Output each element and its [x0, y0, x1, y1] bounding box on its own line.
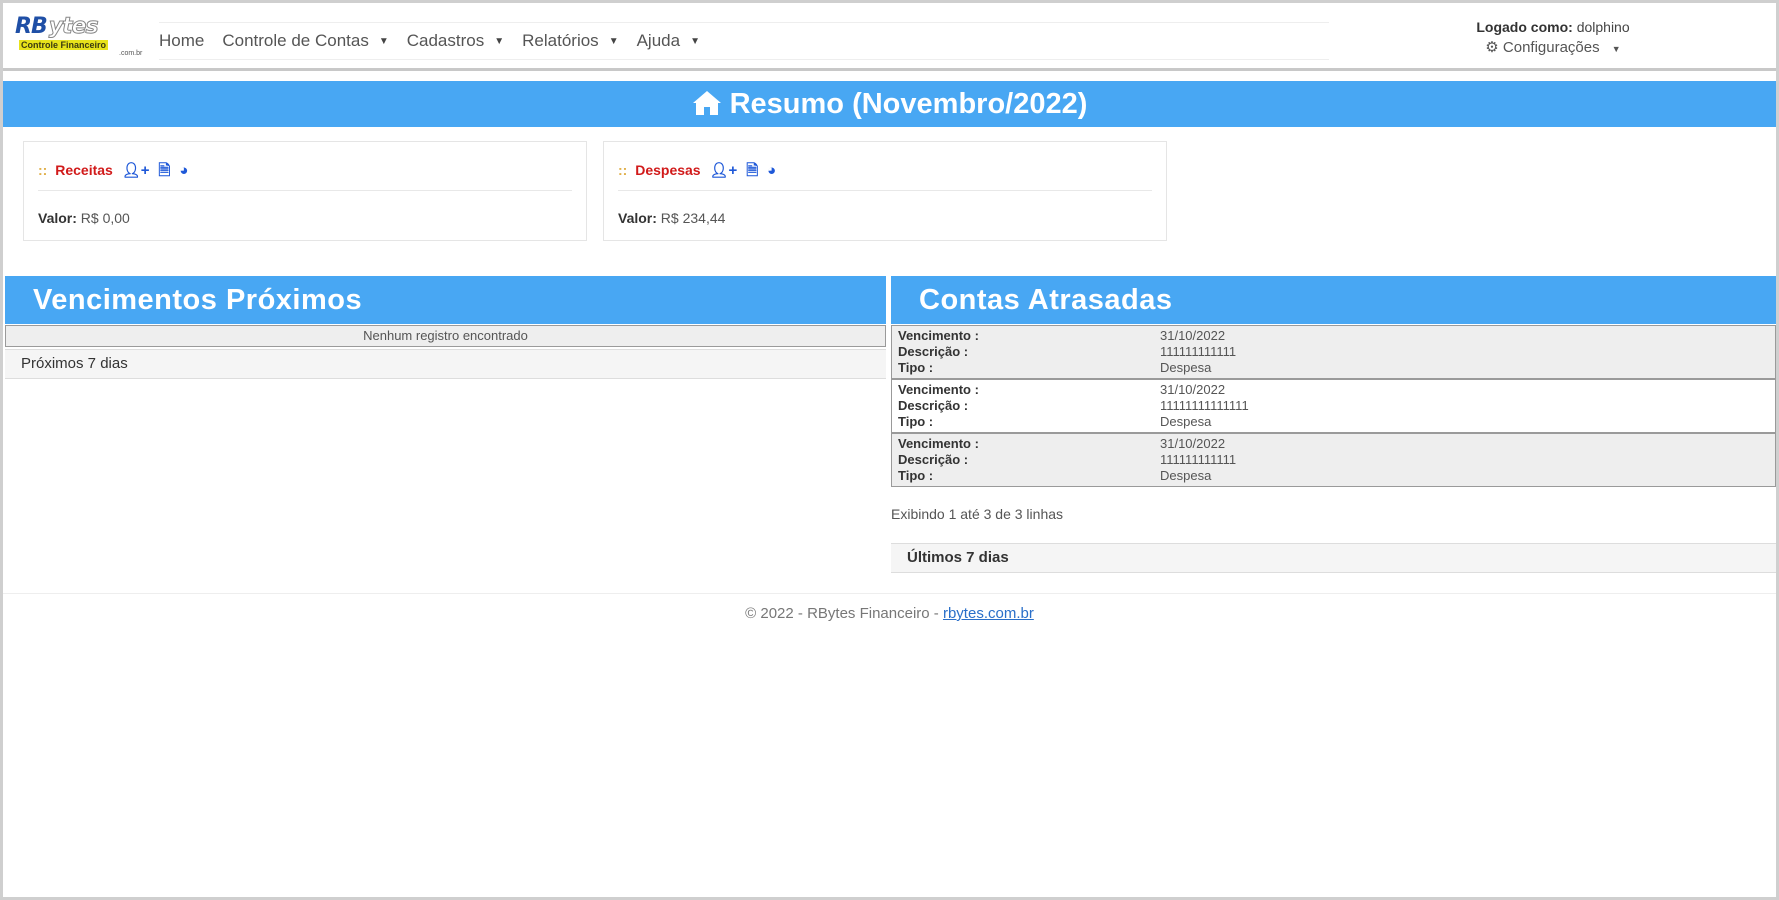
nav-item-home[interactable]: Home	[159, 31, 204, 51]
type-label: Tipo :	[898, 468, 934, 483]
settings-label: Configurações	[1502, 39, 1600, 56]
description-value: 11111111111111	[1160, 398, 1249, 413]
pie-chart-icon[interactable]: ◕	[179, 162, 188, 179]
navbar: RBytes Controle Financeiro .com.br Home …	[3, 3, 1776, 71]
app-window: RBytes Controle Financeiro .com.br Home …	[3, 3, 1776, 897]
nav-item-label: Cadastros	[406, 31, 485, 50]
description-label: Descrição :	[898, 398, 969, 413]
overdue-panel-title: Contas Atrasadas	[891, 276, 1776, 324]
description-label: Descrição :	[898, 452, 969, 467]
type-value: Despesa	[1160, 414, 1212, 429]
caret-down-icon: ▼	[1611, 44, 1621, 54]
description-label: Descrição :	[898, 344, 969, 359]
overdue-table: Vencimento : 31/10/2022 Descrição : 1111…	[891, 325, 1776, 487]
due-value: 31/10/2022	[1160, 328, 1226, 343]
table-row[interactable]: Vencimento : 31/10/2022 Descrição : 1111…	[891, 433, 1776, 487]
table-row[interactable]: Vencimento : 31/10/2022 Descrição : 1111…	[891, 325, 1776, 379]
nav-item-cadastros[interactable]: Cadastros ▼	[407, 31, 504, 51]
document-icon[interactable]: 🗎︎	[158, 160, 170, 185]
upcoming-panel-title: Vencimentos Próximos	[5, 276, 886, 324]
card-title: Despesas	[635, 162, 701, 178]
nav-item-label: Ajuda	[636, 31, 681, 50]
add-user-icon[interactable]: 👤︎+	[710, 161, 738, 179]
document-icon[interactable]: 🗎︎	[746, 160, 758, 185]
card-value-label: Valor:	[38, 210, 77, 226]
type-value: Despesa	[1160, 468, 1212, 483]
card-colons: ::	[38, 162, 48, 178]
logo-ghost: ytes	[48, 14, 99, 39]
summary-cards: :: Receitas 👤︎+ 🗎︎ ◕ Valor: R$ 0,00 :: D…	[21, 141, 1181, 245]
upcoming-footer: Próximos 7 dias	[5, 349, 886, 379]
logged-as: Logado como: dolphino	[1433, 19, 1673, 35]
card-value: Valor: R$ 0,00	[38, 210, 130, 226]
description-value: 111111111111	[1160, 452, 1237, 467]
brand-logo[interactable]: RBytes Controle Financeiro .com.br	[15, 14, 159, 61]
caret-down-icon: ▼	[608, 35, 619, 47]
settings-dropdown[interactable]: ⚙ Configurações ▼	[1433, 38, 1673, 56]
due-value: 31/10/2022	[1160, 436, 1226, 451]
card-header: :: Receitas 👤︎+ 🗎︎ ◕	[38, 160, 572, 191]
copyright-text: © 2022 - RBytes Financeiro -	[745, 605, 943, 622]
caret-down-icon: ▼	[378, 35, 389, 47]
footer-link[interactable]: rbytes.com.br	[943, 605, 1034, 622]
user-box: Logado como: dolphino ⚙ Configurações ▼	[1433, 19, 1673, 56]
card-value-amount: R$ 234,44	[660, 210, 726, 226]
page-footer: © 2022 - RBytes Financeiro - rbytes.com.…	[3, 593, 1776, 634]
nav-item-label: Controle de Contas	[222, 31, 369, 50]
due-label: Vencimento :	[898, 328, 979, 343]
card-despesas: :: Despesas 👤︎+ 🗎︎ ◕ Valor: R$ 234,44	[603, 141, 1167, 241]
card-value: Valor: R$ 234,44	[618, 210, 725, 226]
caret-down-icon: ▼	[494, 35, 505, 47]
table-row[interactable]: Vencimento : 31/10/2022 Descrição : 1111…	[891, 379, 1776, 433]
cogs-icon: ⚙	[1485, 39, 1499, 56]
overdue-footer: Últimos 7 dias	[891, 543, 1776, 573]
logo-tld: .com.br	[119, 50, 143, 57]
card-colons: ::	[618, 162, 628, 178]
add-user-icon[interactable]: 👤︎+	[122, 161, 150, 179]
nav-item-label: Relatórios	[522, 31, 599, 50]
logged-as-label: Logado como:	[1476, 19, 1573, 35]
due-label: Vencimento :	[898, 382, 979, 397]
nav-item-label: Home	[159, 31, 205, 50]
logo-wordmark: RBytes	[15, 14, 99, 39]
type-label: Tipo :	[898, 360, 934, 375]
card-value-label: Valor:	[618, 210, 657, 226]
nav-item-controle-de-contas[interactable]: Controle de Contas ▼	[222, 31, 388, 51]
nav-item-ajuda[interactable]: Ajuda ▼	[637, 31, 700, 51]
upcoming-empty-message: Nenhum registro encontrado	[5, 325, 886, 347]
pagination-info: Exibindo 1 até 3 de 3 linhas	[891, 506, 1064, 522]
description-value: 111111111111	[1160, 344, 1237, 359]
type-label: Tipo :	[898, 414, 934, 429]
summary-title: Resumo (Novembro/2022)	[729, 88, 1088, 120]
logo-tagline: Controle Financeiro	[19, 40, 109, 50]
due-label: Vencimento :	[898, 436, 979, 451]
card-receitas: :: Receitas 👤︎+ 🗎︎ ◕ Valor: R$ 0,00	[23, 141, 587, 241]
pie-chart-icon[interactable]: ◕	[767, 162, 776, 179]
nav-item-relatorios[interactable]: Relatórios ▼	[522, 31, 618, 51]
caret-down-icon: ▼	[690, 35, 700, 47]
logo-main: RB	[15, 14, 48, 39]
type-value: Despesa	[1160, 360, 1212, 375]
main-menu: Home Controle de Contas ▼ Cadastros ▼ Re…	[159, 22, 1329, 60]
home-icon	[692, 91, 721, 115]
card-header: :: Despesas 👤︎+ 🗎︎ ◕	[618, 160, 1152, 191]
card-title: Receitas	[55, 162, 113, 178]
username: dolphino	[1576, 19, 1630, 35]
summary-banner: Resumo (Novembro/2022)	[3, 81, 1776, 127]
due-value: 31/10/2022	[1160, 382, 1226, 397]
card-value-amount: R$ 0,00	[80, 210, 130, 226]
